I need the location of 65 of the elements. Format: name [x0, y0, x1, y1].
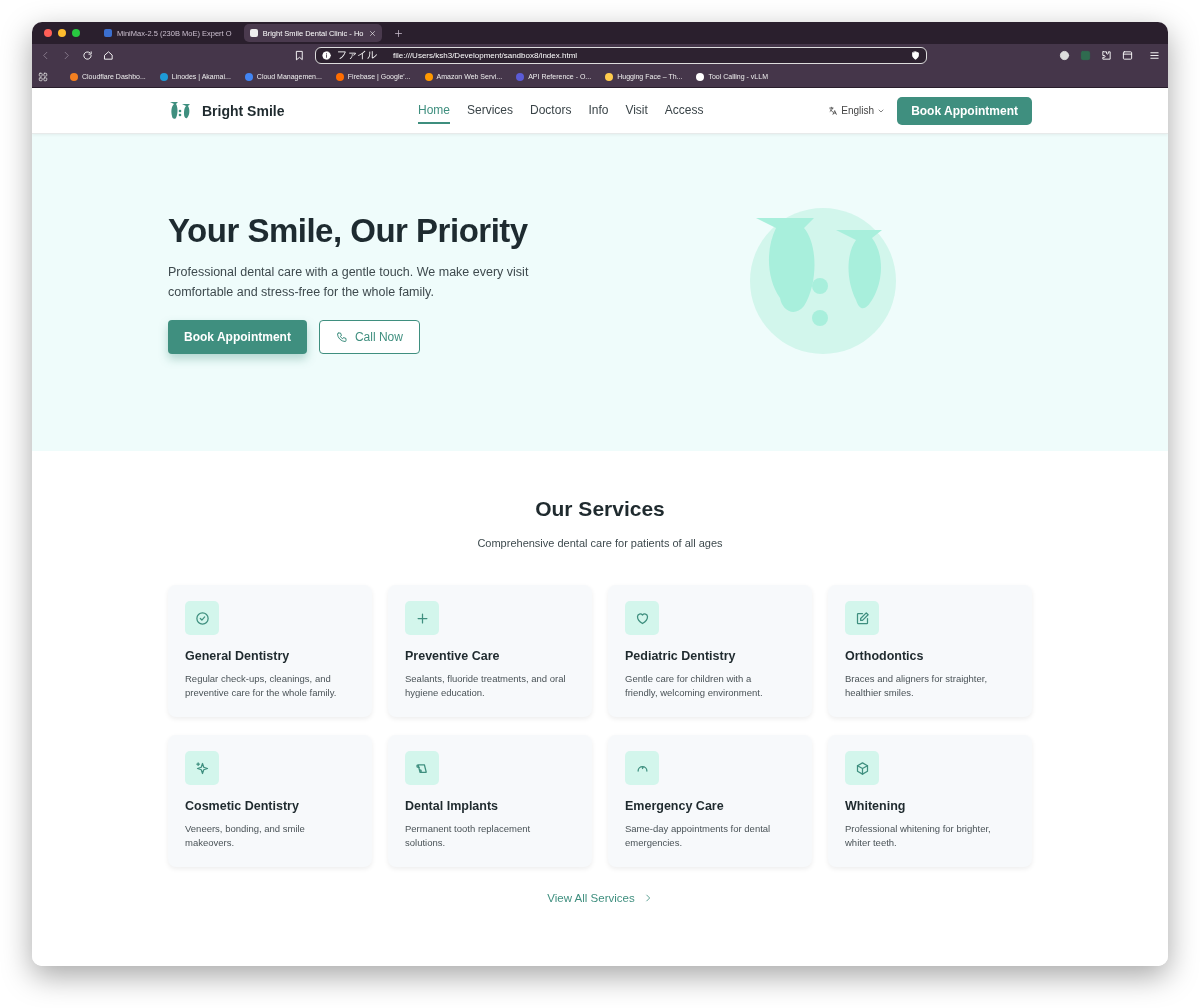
service-description: Same-day appointments for dental emergencies. [625, 822, 772, 850]
nav-link[interactable]: Visit [625, 97, 648, 124]
service-title: General Dentistry [185, 649, 291, 663]
language-selector[interactable]: English [828, 105, 886, 116]
address-bar[interactable]: ファイル file:///Users/ksh3/Development/sandbox8/index.html [315, 46, 927, 64]
view-all-services-link[interactable]: View All Services [547, 892, 653, 904]
book-appointment-button[interactable]: Book Appointment [168, 319, 307, 354]
service-description: Gentle care for children with a friendly, welcoming environment. [625, 672, 764, 700]
service-title: Pediatric Dentistry [625, 649, 737, 663]
cube-icon [854, 760, 870, 776]
service-title: Dental Implants [405, 799, 500, 813]
brand-name: Bright Smile [202, 102, 285, 119]
service-description: Sealants, fluoride treatments, and oral hygiene education. [405, 672, 566, 700]
service-description: Professional whitening for brighter, whiter teeth. [845, 822, 992, 850]
new-tab-icon[interactable] [393, 28, 403, 38]
service-title: Cosmetic Dentistry [185, 799, 300, 813]
reload-icon[interactable] [82, 49, 93, 61]
service-description: Permanent tooth replacement solutions. [405, 822, 532, 850]
service-description: Veneers, bonding, and smile makeovers. [185, 822, 306, 850]
bookmark-favicon [516, 72, 525, 81]
nav-link[interactable]: Services [467, 97, 514, 124]
bookmark-favicon [605, 72, 614, 81]
menu-icon[interactable] [1149, 49, 1160, 61]
call-now-button[interactable]: Call Now [318, 319, 420, 354]
bookmark-favicon [335, 72, 344, 81]
plus-icon [414, 610, 430, 626]
nav-link[interactable]: Info [588, 97, 609, 124]
bookmark-favicon [696, 72, 705, 81]
tab-favicon [104, 29, 112, 37]
close-icon[interactable] [368, 29, 376, 37]
heart-icon [634, 610, 650, 626]
service-title: Whitening [845, 799, 907, 813]
section-title: Our Services [535, 497, 665, 521]
edit-icon [854, 610, 870, 626]
tab-favicon [249, 29, 258, 37]
sparkles-icon [194, 760, 210, 776]
check-circle-icon [194, 610, 210, 626]
home-icon[interactable] [103, 49, 114, 61]
service-description: Regular check-ups, cleanings, and preventive care for the whole family. [185, 672, 338, 700]
nav-link[interactable]: Home [418, 97, 450, 124]
bookmark-favicon [244, 72, 253, 81]
nav-link[interactable]: Doctors [530, 97, 572, 124]
bookmark-icon[interactable] [294, 49, 305, 61]
url-scheme-label: ファイル [337, 48, 377, 62]
bookmark-favicon [159, 72, 168, 81]
minimize-button[interactable] [58, 29, 66, 37]
nav-link[interactable]: Access [664, 97, 704, 124]
section-subtitle: Comprehensive dental care for patients of all ages [477, 537, 723, 549]
hero-text: Professional dental care with a gentle touch. We make every visit comfortable and stress-free for the whole family. [168, 263, 530, 301]
book-appointment-button[interactable]: Book Appointment [897, 96, 1032, 125]
service-title: Preventive Care [405, 649, 501, 663]
service-description: Braces and aligners for straighter, healthier smiles. [845, 672, 989, 700]
service-title: Emergency Care [625, 799, 725, 813]
url-text: file:///Users/ksh3/Development/sandbox8/index.html [393, 50, 579, 60]
maximize-button[interactable] [72, 29, 80, 37]
bookmark-favicon [70, 72, 78, 81]
bookmark-favicon [424, 72, 433, 81]
info-icon [322, 50, 331, 60]
shield-icon[interactable] [911, 50, 920, 60]
phone-icon [335, 330, 348, 343]
sidebar-icon[interactable] [1122, 49, 1133, 61]
hero-title: Your Smile, Our Priority [168, 211, 529, 250]
translate-icon [828, 105, 839, 116]
close-button[interactable] [44, 29, 52, 37]
service-title: Orthodontics [845, 649, 925, 663]
